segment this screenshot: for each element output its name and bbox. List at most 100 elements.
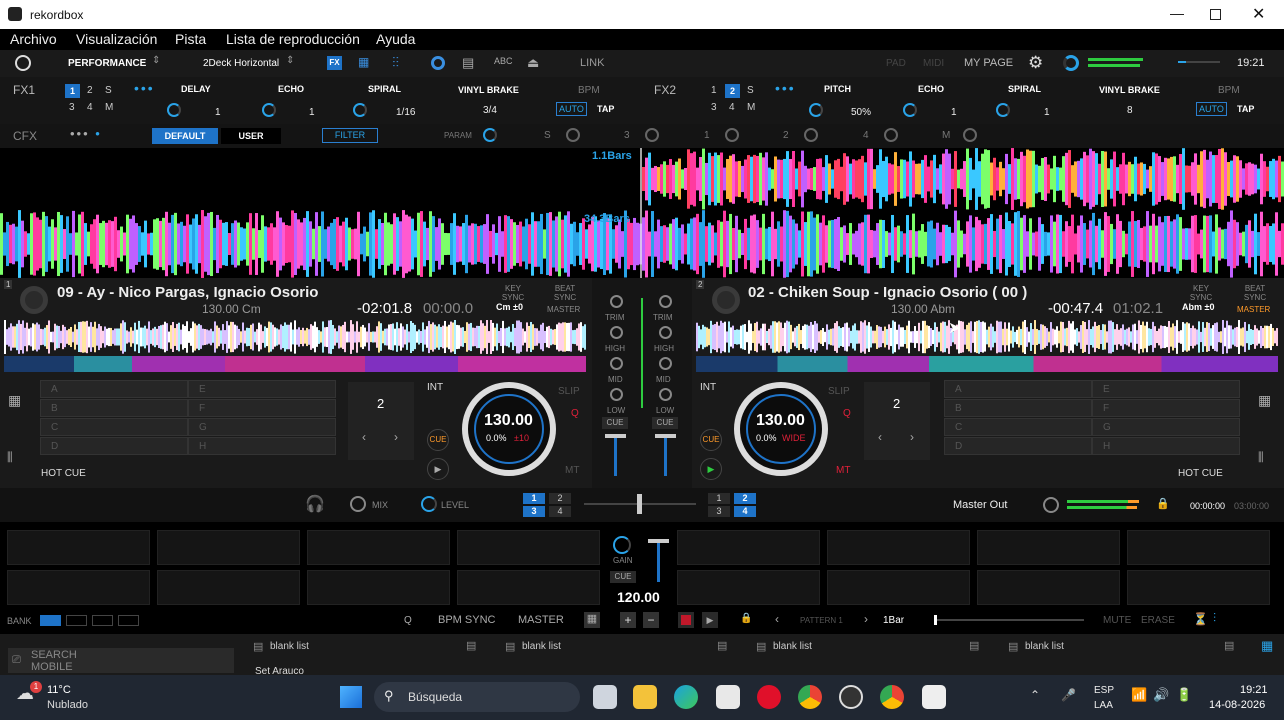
deck2-pad-grid-icon[interactable]: ▦ bbox=[1258, 392, 1271, 409]
microphone-icon[interactable]: 🎤 bbox=[1061, 688, 1076, 702]
master-out-select[interactable]: Master Out bbox=[953, 499, 1007, 511]
cfx-knob-2[interactable] bbox=[804, 128, 818, 142]
hotcue-e[interactable]: E bbox=[188, 380, 336, 398]
edge-icon[interactable] bbox=[674, 685, 698, 709]
hotcue-f[interactable]: F bbox=[188, 399, 336, 417]
fx2-effect-2[interactable]: ECHO bbox=[918, 84, 944, 94]
maximize-icon[interactable] bbox=[1210, 9, 1221, 20]
fx-panel-icon[interactable]: FX bbox=[327, 56, 342, 70]
hotcue-g[interactable]: G bbox=[188, 418, 336, 436]
taskbar-search[interactable]: ⚲ Búsqueda bbox=[374, 682, 580, 712]
sampler-panel-icon[interactable]: ▦ bbox=[358, 56, 376, 70]
my-page-button[interactable]: MY PAGE bbox=[964, 57, 1013, 69]
language-2[interactable]: LAA bbox=[1094, 700, 1113, 711]
hotcue-b[interactable]: B bbox=[944, 399, 1092, 417]
erase-button[interactable]: ERASE bbox=[1141, 615, 1175, 626]
xfader-assign-3-left[interactable]: 3 bbox=[523, 506, 545, 517]
enlarged-waveforms[interactable]: 1.1Bars 34.3Bars bbox=[0, 148, 1284, 278]
deck1-beatjump-value[interactable]: 2 bbox=[377, 396, 384, 411]
sampler-volume-fader[interactable] bbox=[648, 539, 669, 582]
deck2-jog-wheel[interactable]: 130.00 0.0% WIDE bbox=[734, 382, 828, 476]
deck2-play-button[interactable]: ▶ bbox=[700, 458, 722, 480]
deck1-play-button[interactable]: ▶ bbox=[427, 458, 449, 480]
sampler-gain-knob[interactable] bbox=[613, 536, 631, 554]
chrome-icon-2[interactable] bbox=[880, 685, 904, 709]
file-explorer-icon[interactable] bbox=[633, 685, 657, 709]
fx2-deck-1[interactable]: 1 bbox=[711, 85, 717, 96]
fx1-auto-button[interactable]: AUTO bbox=[556, 102, 587, 116]
fx2-knob-3[interactable] bbox=[996, 103, 1010, 117]
deck2-slip-button[interactable]: SLIP bbox=[828, 386, 850, 397]
fx1-deck-4[interactable]: 4 bbox=[87, 102, 93, 113]
sequencer-grid-icon[interactable]: ▦ bbox=[584, 612, 600, 628]
deck1-overview-waveform[interactable] bbox=[4, 320, 586, 354]
task-view-icon[interactable] bbox=[593, 685, 617, 709]
high-knob-1[interactable] bbox=[610, 326, 623, 339]
fx2-effect-3[interactable]: SPIRAL bbox=[1008, 84, 1041, 94]
fx1-knob-1[interactable] bbox=[167, 103, 181, 117]
list-edit-icon[interactable]: ▤ bbox=[969, 639, 979, 652]
deck1-quantize-button[interactable]: Q bbox=[571, 408, 579, 419]
sampler-volume-icon[interactable]: ⫶ bbox=[1213, 611, 1216, 626]
battery-icon[interactable]: 🔋 bbox=[1176, 687, 1192, 703]
cfx-knob-4[interactable] bbox=[884, 128, 898, 142]
sampler-slot[interactable] bbox=[677, 570, 820, 605]
sampler-slot[interactable] bbox=[157, 530, 300, 565]
metronome-icon[interactable]: ⏳ bbox=[1193, 612, 1208, 626]
xfader-assign-2-right[interactable]: 2 bbox=[734, 493, 756, 504]
deck2-beat-sync[interactable]: BEAT SYNC bbox=[1242, 284, 1268, 302]
fx2-deck-4[interactable]: 4 bbox=[729, 102, 735, 113]
deck1-key-sync[interactable]: KEY SYNC bbox=[500, 284, 526, 302]
bank-4[interactable] bbox=[118, 615, 139, 626]
add-icon[interactable]: + bbox=[620, 612, 636, 628]
fx2-deck-3[interactable]: 3 bbox=[711, 102, 717, 113]
pattern-prev-icon[interactable]: ‹ bbox=[775, 612, 779, 626]
blank-list-2[interactable]: blank list bbox=[522, 641, 561, 652]
sampler-slot[interactable] bbox=[157, 570, 300, 605]
gear-icon[interactable]: ⚙ bbox=[1028, 53, 1043, 73]
link-button[interactable]: LINK bbox=[580, 57, 604, 69]
opera-gx-icon[interactable] bbox=[839, 685, 863, 709]
channel-cue-2[interactable]: CUE bbox=[652, 417, 678, 429]
cfx-knob-s[interactable] bbox=[566, 128, 580, 142]
volume-icon[interactable]: 🔊 bbox=[1153, 687, 1169, 703]
mute-button[interactable]: MUTE bbox=[1103, 615, 1131, 626]
rekordbox-taskbar-icon[interactable] bbox=[922, 685, 946, 709]
channel-fader-2[interactable] bbox=[655, 434, 676, 476]
cfx-knob-1[interactable] bbox=[725, 128, 739, 142]
video-panel-icon[interactable]: ▤ bbox=[462, 55, 474, 71]
hotcue-h[interactable]: H bbox=[188, 437, 336, 455]
fx1-effect-1[interactable]: DELAY bbox=[181, 84, 211, 94]
deck2-cue-button[interactable]: CUE bbox=[700, 429, 722, 451]
hotcue-d[interactable]: D bbox=[40, 437, 188, 455]
fx1-effect-2[interactable]: ECHO bbox=[278, 84, 304, 94]
fx1-tap-button[interactable]: TAP bbox=[597, 104, 614, 114]
cfx-knob-m[interactable] bbox=[963, 128, 977, 142]
blank-list-1[interactable]: blank list bbox=[270, 641, 309, 652]
remove-icon[interactable]: − bbox=[643, 612, 659, 628]
close-icon[interactable]: ✕ bbox=[1252, 4, 1265, 24]
xfader-assign-1-right[interactable]: 1 bbox=[708, 493, 730, 504]
beatjump-right-icon[interactable]: › bbox=[394, 430, 398, 444]
cfx-user-button[interactable]: USER bbox=[221, 128, 281, 144]
sampler-slot[interactable] bbox=[7, 530, 150, 565]
search-mobile-button[interactable]: ⎚ SEARCH MOBILE bbox=[8, 648, 234, 673]
headphone-level-slider[interactable] bbox=[1178, 61, 1220, 63]
cfx-filter-button[interactable]: FILTER bbox=[322, 128, 378, 143]
lock-panel-icon[interactable]: ⏏ bbox=[527, 55, 539, 71]
deck1-cue-button[interactable]: CUE bbox=[427, 429, 449, 451]
fx1-knob-3[interactable] bbox=[353, 103, 367, 117]
fx2-knob-2[interactable] bbox=[903, 103, 917, 117]
sampler-slot[interactable] bbox=[977, 530, 1120, 565]
deck2-master-button[interactable]: MASTER bbox=[1237, 305, 1270, 314]
deck1-jog-wheel[interactable]: 130.00 0.0% ±10 bbox=[462, 382, 556, 476]
sampler-slot[interactable] bbox=[457, 570, 600, 605]
menu-ayuda[interactable]: Ayuda bbox=[376, 31, 415, 47]
sampler-master-button[interactable]: MASTER bbox=[518, 614, 564, 626]
list-edit-icon[interactable]: ▤ bbox=[466, 639, 476, 652]
crossfader[interactable] bbox=[584, 494, 696, 514]
xfader-assign-2-left[interactable]: 2 bbox=[549, 493, 571, 504]
bank-1[interactable] bbox=[40, 615, 61, 626]
hotcue-f[interactable]: F bbox=[1092, 399, 1240, 417]
pattern-next-icon[interactable]: › bbox=[864, 612, 868, 626]
